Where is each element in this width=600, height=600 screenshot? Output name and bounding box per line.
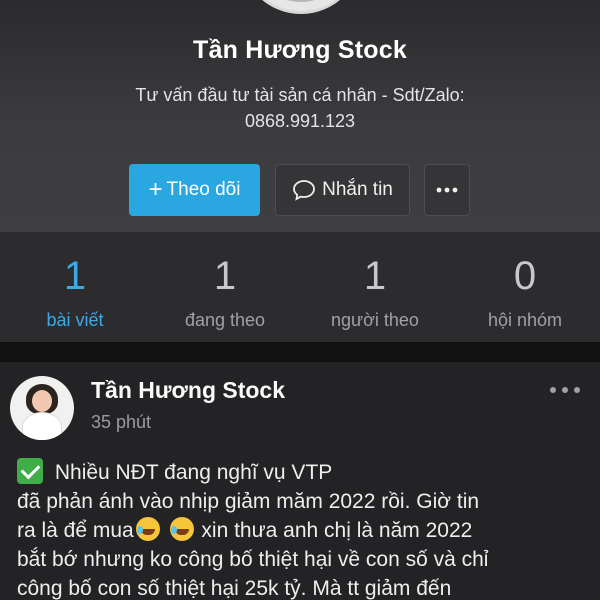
- stat-posts[interactable]: 1 bài viết: [0, 232, 150, 342]
- message-button[interactable]: Nhắn tin: [275, 164, 410, 216]
- profile-header: Tần Hương Stock Tư vấn đầu tư tài sản cá…: [0, 0, 600, 232]
- profile-name: Tần Hương Stock: [193, 36, 407, 64]
- post-line: bắt bớ nhưng ko công bố thiệt hại về con…: [17, 548, 489, 571]
- stat-value: 1: [63, 254, 87, 298]
- section-divider: [0, 342, 600, 362]
- profile-stats: 1 bài viết 1 đang theo 1 người theo 0 hộ…: [0, 232, 600, 342]
- post-line: đã phản ánh vào nhịp giảm măm 2022 rồi. …: [17, 490, 480, 513]
- check-mark-icon: [17, 458, 43, 484]
- post-line: công bố con số thiệt hại 25k tỷ. Mà tt g…: [17, 577, 452, 600]
- post-author-avatar[interactable]: [10, 376, 74, 440]
- chat-bubble-icon: [293, 180, 316, 201]
- post-line: Nhiều NĐT đang nghĩ vụ VTP: [17, 458, 592, 487]
- stat-value: 1: [363, 254, 387, 298]
- more-options-button[interactable]: [424, 164, 470, 216]
- stat-label: bài viết: [46, 310, 104, 330]
- stat-followers[interactable]: 1 người theo: [300, 232, 450, 342]
- stat-label: người theo: [331, 310, 419, 330]
- plus-icon: +: [148, 176, 163, 203]
- post-content: Nhiều NĐT đang nghĩ vụ VTP đã phản ánh v…: [17, 458, 592, 600]
- follow-label: Theo dõi: [166, 179, 241, 200]
- follow-button[interactable]: + Theo dõi: [129, 164, 260, 216]
- profile-actions: + Theo dõi Nhắn tin: [0, 164, 600, 216]
- stat-value: 1: [213, 254, 237, 298]
- post-line: ra là để mua xin thưa anh chị là năm 202…: [17, 517, 473, 542]
- message-label: Nhắn tin: [322, 179, 393, 200]
- bio-line: Tư vấn đầu tư tài sản cá nhân - Sdt/Zalo…: [135, 85, 465, 105]
- post-more-icon[interactable]: [548, 380, 582, 400]
- stat-value: 0: [513, 254, 537, 298]
- ellipsis-icon: [436, 187, 458, 193]
- bio-phone[interactable]: 0868.991.123: [90, 108, 510, 134]
- stat-following[interactable]: 1 đang theo: [150, 232, 300, 342]
- profile-avatar[interactable]: [240, 0, 362, 14]
- stat-groups[interactable]: 0 hội nhóm: [450, 232, 600, 342]
- post-author-name[interactable]: Tần Hương Stock: [91, 377, 285, 404]
- stat-label: hội nhóm: [487, 310, 563, 330]
- laughing-emoji-icon: [169, 517, 194, 541]
- laughing-emoji-icon: [135, 517, 160, 541]
- profile-bio: Tư vấn đầu tư tài sản cá nhân - Sdt/Zalo…: [90, 82, 510, 134]
- stat-label: đang theo: [184, 310, 266, 330]
- post-timestamp: 35 phút: [91, 412, 152, 432]
- post-card[interactable]: Tần Hương Stock 35 phút Nhiều NĐT đang n…: [0, 362, 600, 600]
